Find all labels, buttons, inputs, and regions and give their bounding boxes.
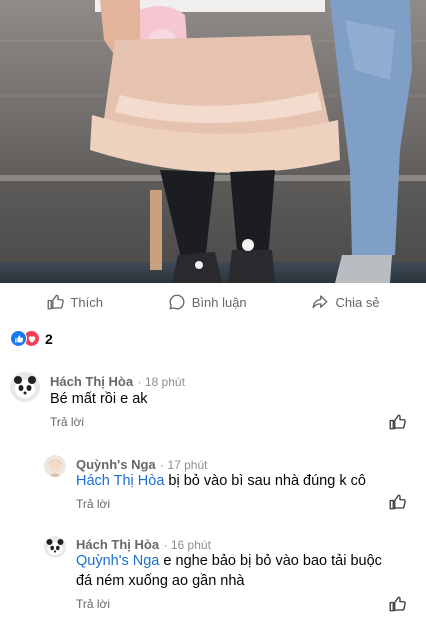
photo-illustration xyxy=(90,0,412,283)
mention-link[interactable]: Hách Thị Hòa xyxy=(76,473,164,489)
comment: Hách Thị Hòa · 18 phút Bé mất rồi e ak T… xyxy=(0,368,426,438)
comment-body-line1: e nghe bảo bị bỏ vào bao tải buộc xyxy=(163,553,382,569)
share-label: Chia sẻ xyxy=(335,294,380,310)
girl-avatar-icon xyxy=(44,455,66,477)
comment-body-line2: đá ném xuống ao gần nhà xyxy=(76,573,245,589)
comment-author[interactable]: Quỳnh's Nga xyxy=(76,457,156,472)
avatar[interactable] xyxy=(44,455,66,477)
avatar[interactable] xyxy=(44,536,66,558)
avatar[interactable] xyxy=(10,372,40,402)
thumbs-up-icon[interactable] xyxy=(388,493,406,511)
comment-time: · 16 phút xyxy=(163,538,211,552)
share-button[interactable]: Chia sẻ xyxy=(311,293,380,311)
reply-button[interactable]: Trả lời xyxy=(76,497,110,511)
thumbs-up-icon[interactable] xyxy=(388,595,406,613)
comment-text: Hách Thị Hòa bị bỏ vào bì sau nhà đúng k… xyxy=(76,471,366,491)
like-button[interactable]: Thích xyxy=(46,293,103,311)
like-label: Thích xyxy=(70,294,103,310)
like-reaction-icon xyxy=(10,330,27,347)
comment-text: Quỳnh's Nga e nghe bảo bị bỏ vào bao tải… xyxy=(76,551,382,571)
thumbs-up-icon xyxy=(47,294,65,310)
reaction-summary[interactable]: 2 xyxy=(10,330,53,347)
comment-author[interactable]: Hách Thị Hòa xyxy=(50,374,133,389)
mention-link[interactable]: Quỳnh's Nga xyxy=(76,553,159,569)
reply-button[interactable]: Trả lời xyxy=(76,597,110,611)
thumbs-up-icon[interactable] xyxy=(388,413,406,431)
comment-time: · 18 phút xyxy=(137,375,185,389)
comment-reply: Quỳnh's Nga · 17 phút Hách Thị Hòa bị bỏ… xyxy=(0,450,426,520)
panda-avatar-icon xyxy=(44,536,66,558)
comment-reply: Hách Thị Hòa · 16 phút Quỳnh's Nga e ngh… xyxy=(0,532,426,622)
comment-bubble-icon xyxy=(169,294,185,310)
reply-button[interactable]: Trả lời xyxy=(50,415,84,429)
comment-label: Bình luận xyxy=(191,294,247,310)
comment-body: bị bỏ vào bì sau nhà đúng k cô xyxy=(168,473,366,489)
share-arrow-icon xyxy=(313,295,328,309)
panda-avatar-icon xyxy=(10,372,40,402)
comment-author[interactable]: Hách Thị Hòa xyxy=(76,537,159,552)
reaction-count: 2 xyxy=(45,330,53,347)
comment-time: · 17 phút xyxy=(160,458,208,472)
comment-text: Bé mất rồi e ak xyxy=(50,391,148,407)
comment-button[interactable]: Bình luận xyxy=(168,293,247,311)
post-action-bar: Thích Bình luận Chia sẻ xyxy=(0,284,426,320)
post-photo[interactable] xyxy=(0,0,426,283)
